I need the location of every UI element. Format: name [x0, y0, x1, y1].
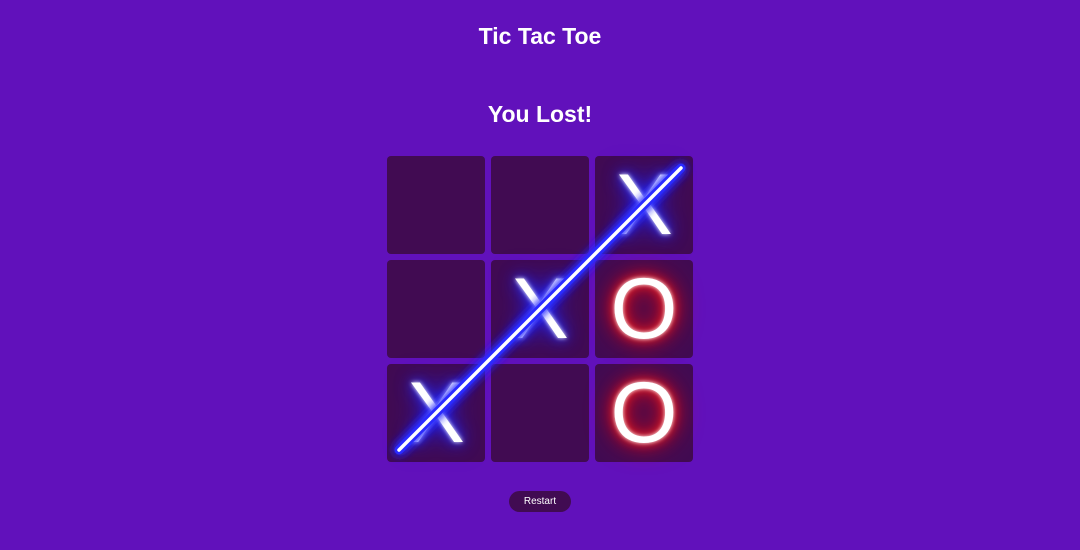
board-cell-r1-c2[interactable] — [491, 156, 589, 254]
cell-mark: X — [615, 157, 673, 253]
cell-mark: X — [511, 261, 569, 357]
board-cell-r1-c1[interactable] — [387, 156, 485, 254]
cell-mark: O — [610, 365, 678, 461]
cell-mark: X — [407, 365, 465, 461]
board-cell-r2-c1[interactable] — [387, 260, 485, 358]
page-title: Tic Tac Toe — [478, 23, 602, 49]
board-cell-r2-c2[interactable]: X — [491, 260, 589, 358]
cell-mark: O — [610, 261, 678, 357]
restart-button[interactable]: Restart — [509, 491, 571, 512]
board-cell-r3-c2[interactable] — [491, 364, 589, 462]
board-cell-r3-c1[interactable]: X — [387, 364, 485, 462]
board-cell-r2-c3[interactable]: O — [595, 260, 693, 358]
game-status: You Lost! — [487, 101, 593, 127]
board-cell-r1-c3[interactable]: X — [595, 156, 693, 254]
game-board: X X O X O — [387, 156, 694, 463]
board-cell-r3-c3[interactable]: O — [595, 364, 693, 462]
game-page: Tic Tac Toe You Lost! X X O X O Restart — [0, 0, 1080, 550]
